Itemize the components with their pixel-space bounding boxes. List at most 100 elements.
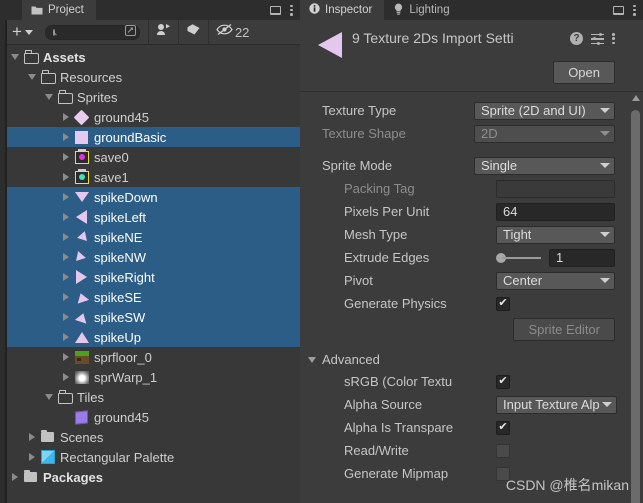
open-button[interactable]: Open bbox=[553, 61, 615, 84]
tree-row[interactable]: spikeNE bbox=[0, 227, 300, 247]
filter-by-type-button[interactable] bbox=[149, 20, 178, 45]
help-icon[interactable]: ? bbox=[570, 32, 583, 45]
twisty-collapsed-icon[interactable] bbox=[59, 213, 73, 221]
tree-row[interactable]: Scenes bbox=[0, 427, 300, 447]
twisty-collapsed-icon[interactable] bbox=[59, 353, 73, 361]
tree-row-icon bbox=[73, 231, 90, 243]
twisty-collapsed-icon[interactable] bbox=[59, 373, 73, 381]
scrollbar-thumb[interactable] bbox=[631, 110, 640, 503]
dropdown-pivot[interactable]: Center bbox=[496, 271, 615, 290]
dropdown-sprite-mode[interactable]: Single bbox=[474, 156, 615, 175]
tree-row[interactable]: sprfloor_0 bbox=[0, 347, 300, 367]
tree-row[interactable]: spikeNW bbox=[0, 247, 300, 267]
tree-row-icon bbox=[73, 130, 90, 144]
maximize-icon[interactable] bbox=[270, 5, 281, 15]
input-pixels-per-unit[interactable]: 64 bbox=[496, 202, 615, 221]
twisty-collapsed-icon[interactable] bbox=[59, 113, 73, 121]
tree-row-icon bbox=[73, 192, 90, 202]
tree-row-icon bbox=[39, 70, 56, 84]
project-tab-controls bbox=[270, 0, 300, 20]
twisty-collapsed-icon[interactable] bbox=[59, 293, 73, 301]
twisty-collapsed-icon[interactable] bbox=[8, 473, 22, 481]
label-filter-icon bbox=[186, 23, 201, 41]
tree-row-label: Rectangular Palette bbox=[60, 449, 175, 465]
tree-row-label: spikeSW bbox=[94, 309, 146, 325]
kebab-menu-icon[interactable] bbox=[633, 4, 636, 16]
tree-row-label: spikeSE bbox=[94, 289, 142, 305]
tree-row[interactable]: groundBasic bbox=[0, 127, 300, 147]
tree-row[interactable]: spikeRight bbox=[0, 267, 300, 287]
tree-row[interactable]: spikeSW bbox=[0, 307, 300, 327]
twisty-collapsed-icon[interactable] bbox=[59, 233, 73, 241]
advanced-foldout[interactable]: Advanced bbox=[300, 343, 643, 370]
slider-extrude-edges[interactable] bbox=[496, 249, 549, 267]
save-search-icon[interactable] bbox=[124, 23, 136, 41]
tree-row[interactable]: ground45 bbox=[0, 407, 300, 427]
tree-row[interactable]: spikeUp bbox=[0, 327, 300, 347]
tree-row[interactable]: Sprites bbox=[0, 87, 300, 107]
dropdown-texture-type[interactable]: Sprite (2D and UI) bbox=[474, 101, 615, 120]
checkbox-generate-physics[interactable]: ✔ bbox=[496, 296, 510, 311]
kebab-menu-icon[interactable] bbox=[612, 33, 615, 44]
dropdown-mesh-type[interactable]: Tight bbox=[496, 225, 615, 244]
input-extrude-edges[interactable]: 1 bbox=[549, 248, 615, 267]
field-label: Mesh Type bbox=[344, 227, 408, 242]
dropdown-alpha-source[interactable]: Input Texture Alp bbox=[496, 395, 617, 414]
sprite-editor-button[interactable]: Sprite Editor bbox=[513, 317, 615, 341]
preset-icon[interactable] bbox=[591, 32, 604, 45]
twisty-expanded-icon[interactable] bbox=[8, 54, 22, 60]
field-label: Read/Write bbox=[344, 443, 409, 458]
tree-row[interactable]: spikeLeft bbox=[0, 207, 300, 227]
tab-lighting[interactable]: Lighting bbox=[384, 0, 461, 20]
twisty-collapsed-icon[interactable] bbox=[59, 273, 73, 281]
maximize-icon[interactable] bbox=[613, 5, 624, 15]
twisty-collapsed-icon[interactable] bbox=[59, 193, 73, 201]
checkbox-alpha-is-transpare[interactable]: ✔ bbox=[496, 420, 510, 435]
twisty-collapsed-icon[interactable] bbox=[25, 433, 39, 441]
tree-row[interactable]: ground45 bbox=[0, 107, 300, 127]
twisty-collapsed-icon[interactable] bbox=[59, 333, 73, 341]
tree-row-icon bbox=[22, 469, 39, 482]
field-label: Alpha Is Transpare bbox=[344, 420, 454, 435]
twisty-collapsed-icon[interactable] bbox=[59, 253, 73, 261]
twisty-collapsed-icon[interactable] bbox=[59, 133, 73, 141]
search-input-wrapper[interactable] bbox=[44, 23, 140, 41]
twisty-expanded-icon[interactable] bbox=[42, 394, 56, 400]
tree-row[interactable]: spikeDown bbox=[0, 187, 300, 207]
tree-row[interactable]: Rectangular Palette bbox=[0, 447, 300, 467]
field-row: Pixels Per Unit 64 bbox=[300, 200, 643, 223]
filter-by-label-button[interactable] bbox=[179, 20, 208, 45]
twisty-expanded-icon[interactable] bbox=[42, 94, 56, 100]
twisty-collapsed-icon[interactable] bbox=[59, 173, 73, 181]
twisty-collapsed-icon[interactable] bbox=[25, 453, 39, 461]
tree-row[interactable]: save1 bbox=[0, 167, 300, 187]
project-asset-tree[interactable]: Assets Resources Sprites ground45 groundBasi… bbox=[0, 45, 300, 503]
tree-row[interactable]: sprWarp_1 bbox=[0, 367, 300, 387]
twisty-collapsed-icon[interactable] bbox=[59, 153, 73, 161]
tree-row[interactable]: Resources bbox=[0, 67, 300, 87]
tab-inspector[interactable]: Inspector bbox=[300, 0, 385, 20]
search-input[interactable] bbox=[54, 26, 125, 38]
scroll-up-arrow-icon[interactable] bbox=[632, 95, 640, 101]
twisty-collapsed-icon[interactable] bbox=[59, 313, 73, 321]
tree-row[interactable]: Assets bbox=[0, 47, 300, 67]
field-row: Sprite Mode Single bbox=[300, 154, 643, 177]
tree-row-label: Packages bbox=[43, 469, 103, 485]
kebab-menu-icon[interactable] bbox=[290, 4, 293, 16]
create-asset-button[interactable]: + bbox=[12, 23, 37, 42]
checkbox-generate-mipmap[interactable] bbox=[496, 466, 510, 481]
tree-row[interactable]: save0 bbox=[0, 147, 300, 167]
tree-row-label: spikeNE bbox=[94, 229, 143, 245]
tab-project[interactable]: Project bbox=[22, 0, 96, 20]
hidden-assets-button[interactable]: 22 bbox=[209, 20, 256, 45]
checkbox-srgb-color-textu[interactable]: ✔ bbox=[496, 374, 510, 389]
tree-row[interactable]: Packages bbox=[0, 467, 300, 487]
tile-asset-icon bbox=[75, 409, 88, 425]
tree-row[interactable]: spikeSE bbox=[0, 287, 300, 307]
checkbox-read-write[interactable] bbox=[496, 443, 510, 458]
twisty-expanded-icon[interactable] bbox=[25, 74, 39, 80]
inspector-scrollbar[interactable] bbox=[631, 92, 640, 503]
slider-track[interactable] bbox=[502, 256, 541, 259]
tree-row[interactable]: Tiles bbox=[0, 387, 300, 407]
field-control bbox=[496, 466, 615, 481]
